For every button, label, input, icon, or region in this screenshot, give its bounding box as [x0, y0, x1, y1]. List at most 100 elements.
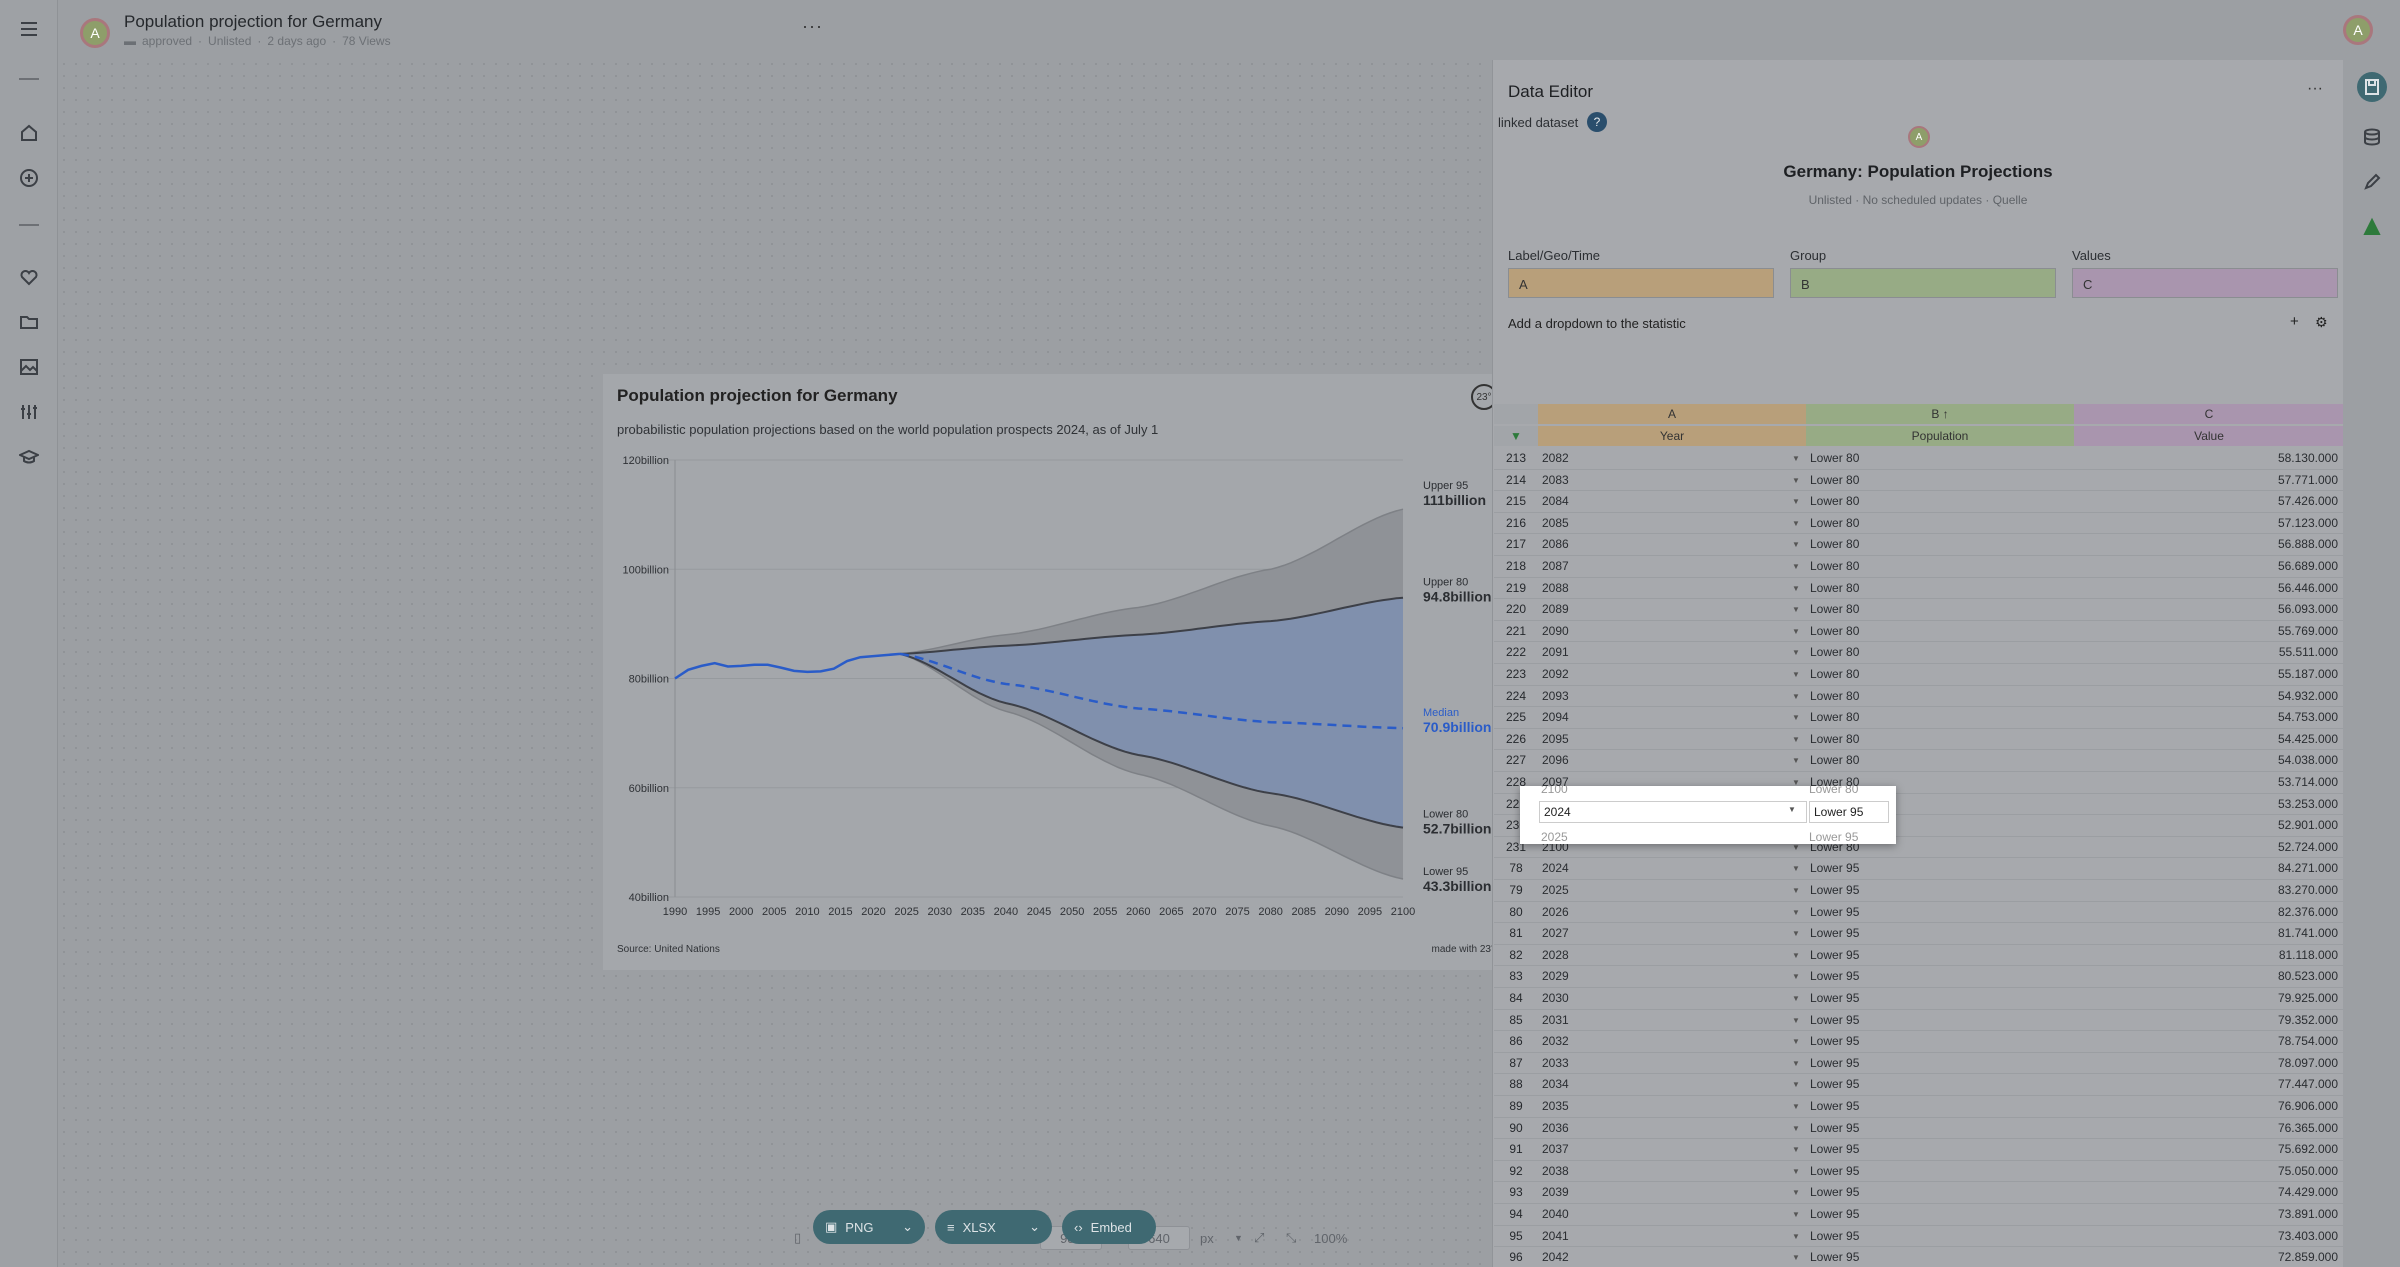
add-dropdown-button[interactable]: + [2290, 313, 2299, 330]
table-row[interactable]: 91 2037 ▼ Lower 95 75.692.000 [1494, 1139, 2344, 1161]
unit-select[interactable]: px [1200, 1226, 1214, 1250]
chart-card[interactable]: Population projection for Germany probab… [603, 374, 1511, 970]
value-cell[interactable]: 55.187.000 [2078, 664, 2338, 686]
table-row[interactable]: 94 2040 ▼ Lower 95 73.891.000 [1494, 1204, 2344, 1226]
population-cell[interactable]: Lower 95 [1810, 1139, 2060, 1161]
add-icon[interactable] [16, 165, 42, 191]
help-icon[interactable]: ? [1587, 112, 1607, 132]
table-row[interactable]: 87 2033 ▼ Lower 95 78.097.000 [1494, 1053, 2344, 1075]
chevron-down-icon[interactable]: ▼ [1792, 1161, 1804, 1183]
brand-icon[interactable] [2357, 212, 2387, 242]
table-row[interactable]: 84 2030 ▼ Lower 95 79.925.000 [1494, 988, 2344, 1010]
year-cell[interactable]: 2085 [1542, 513, 1792, 535]
table-row[interactable]: 93 2039 ▼ Lower 95 74.429.000 [1494, 1182, 2344, 1204]
population-cell[interactable]: Lower 80 [1810, 491, 2060, 513]
population-cell[interactable]: Lower 95 [1810, 1226, 2060, 1248]
year-cell[interactable]: 2086 [1542, 534, 1792, 556]
table-row[interactable]: 81 2027 ▼ Lower 95 81.741.000 [1494, 923, 2344, 945]
value-cell[interactable]: 78.754.000 [2078, 1031, 2338, 1053]
year-cell[interactable]: 2088 [1542, 578, 1792, 600]
year-cell[interactable]: 2041 [1542, 1226, 1792, 1248]
panel-more-button[interactable]: ··· [2307, 80, 2323, 98]
chevron-down-icon[interactable]: ▼ [1792, 1247, 1804, 1267]
column-b-name[interactable]: Population [1806, 426, 2074, 446]
chevron-down-icon[interactable]: ▼ [1792, 642, 1804, 664]
table-row[interactable]: 218 2087 ▼ Lower 80 56.689.000 [1494, 556, 2344, 578]
population-cell[interactable]: Lower 80 [1810, 448, 2060, 470]
value-cell[interactable]: 74.429.000 [2078, 1182, 2338, 1204]
chevron-down-icon[interactable]: ⌄ [902, 1219, 913, 1235]
mapping-select-group[interactable]: B [1790, 268, 2056, 298]
population-cell[interactable]: Lower 80 [1810, 686, 2060, 708]
chevron-down-icon[interactable]: ▼ [1792, 664, 1804, 686]
population-cell[interactable]: Lower 80 [1810, 664, 2060, 686]
pencil-icon[interactable] [2357, 167, 2387, 197]
year-cell[interactable]: 2083 [1542, 470, 1792, 492]
population-cell[interactable]: Lower 95 [1810, 1074, 2060, 1096]
year-cell[interactable]: 2031 [1542, 1010, 1792, 1032]
folder-name[interactable]: approved [142, 34, 192, 48]
population-cell[interactable]: Lower 95 [1810, 966, 2060, 988]
table-row[interactable]: 86 2032 ▼ Lower 95 78.754.000 [1494, 1031, 2344, 1053]
column-c-name[interactable]: Value [2074, 426, 2344, 446]
chevron-down-icon[interactable]: ▼ [1792, 858, 1804, 880]
home-icon[interactable] [16, 120, 42, 146]
value-cell[interactable]: 55.769.000 [2078, 621, 2338, 643]
population-cell[interactable]: Lower 80 [1810, 534, 2060, 556]
year-cell[interactable]: 2033 [1542, 1053, 1792, 1075]
chevron-down-icon[interactable]: ▼ [1788, 805, 1796, 814]
population-cell[interactable]: Lower 95 [1810, 1161, 2060, 1183]
cell-edit-popup[interactable]: 2100 Lower 80 2024 ▼ Lower 95 2025 Lower… [1520, 786, 1896, 844]
value-cell[interactable]: 77.447.000 [2078, 1074, 2338, 1096]
value-cell[interactable]: 54.932.000 [2078, 686, 2338, 708]
value-cell[interactable]: 82.376.000 [2078, 902, 2338, 924]
chevron-down-icon[interactable]: ▼ [1792, 599, 1804, 621]
year-cell[interactable]: 2089 [1542, 599, 1792, 621]
population-cell[interactable]: Lower 95 [1810, 880, 2060, 902]
value-cell[interactable]: 56.888.000 [2078, 534, 2338, 556]
mobile-size-icon[interactable]: ▯ [794, 1226, 801, 1250]
database-icon[interactable] [2357, 122, 2387, 152]
image-icon[interactable] [16, 354, 42, 380]
value-cell[interactable]: 54.038.000 [2078, 750, 2338, 772]
table-row[interactable]: 225 2094 ▼ Lower 80 54.753.000 [1494, 707, 2344, 729]
folder-icon[interactable] [16, 309, 42, 335]
value-cell[interactable]: 72.859.000 [2078, 1247, 2338, 1267]
value-cell[interactable]: 55.511.000 [2078, 642, 2338, 664]
value-cell[interactable]: 52.724.000 [2078, 837, 2338, 859]
chevron-down-icon[interactable]: ▼ [1792, 1053, 1804, 1075]
table-row[interactable]: 82 2028 ▼ Lower 95 81.118.000 [1494, 945, 2344, 967]
value-cell[interactable]: 80.523.000 [2078, 966, 2338, 988]
chevron-down-icon[interactable]: ▼ [1792, 513, 1804, 535]
table-row[interactable]: 83 2029 ▼ Lower 95 80.523.000 [1494, 966, 2344, 988]
column-c-header[interactable]: C [2074, 404, 2344, 424]
year-cell[interactable]: 2038 [1542, 1161, 1792, 1183]
year-cell[interactable]: 2040 [1542, 1204, 1792, 1226]
year-cell[interactable]: 2024 [1542, 858, 1792, 880]
year-cell[interactable]: 2028 [1542, 945, 1792, 967]
embed-button[interactable]: ‹› Embed [1062, 1210, 1156, 1244]
chevron-down-icon[interactable]: ▼ [1792, 750, 1804, 772]
chevron-down-icon[interactable]: ▼ [1792, 621, 1804, 643]
project-avatar[interactable]: A [80, 18, 110, 48]
table-row[interactable]: 224 2093 ▼ Lower 80 54.932.000 [1494, 686, 2344, 708]
table-row[interactable]: 226 2095 ▼ Lower 80 54.425.000 [1494, 729, 2344, 751]
year-cell[interactable]: 2034 [1542, 1074, 1792, 1096]
table-row[interactable]: 223 2092 ▼ Lower 80 55.187.000 [1494, 664, 2344, 686]
table-row[interactable]: 214 2083 ▼ Lower 80 57.771.000 [1494, 470, 2344, 492]
table-row[interactable]: 90 2036 ▼ Lower 95 76.365.000 [1494, 1118, 2344, 1140]
user-avatar[interactable]: A [2343, 15, 2373, 45]
population-cell[interactable]: Lower 80 [1810, 470, 2060, 492]
column-a-name[interactable]: Year [1538, 426, 1806, 446]
population-cell[interactable]: Lower 95 [1810, 988, 2060, 1010]
value-cell[interactable]: 53.253.000 [2078, 794, 2338, 816]
population-cell[interactable]: Lower 95 [1810, 1096, 2060, 1118]
chevron-down-icon[interactable]: ▼ [1792, 556, 1804, 578]
chevron-down-icon[interactable]: ▼ [1792, 902, 1804, 924]
year-cell[interactable]: 2093 [1542, 686, 1792, 708]
column-a-header[interactable]: A [1538, 404, 1806, 424]
value-cell[interactable]: 58.130.000 [2078, 448, 2338, 470]
chevron-down-icon[interactable]: ▼ [1792, 686, 1804, 708]
value-cell[interactable]: 75.692.000 [2078, 1139, 2338, 1161]
table-row[interactable]: 222 2091 ▼ Lower 80 55.511.000 [1494, 642, 2344, 664]
